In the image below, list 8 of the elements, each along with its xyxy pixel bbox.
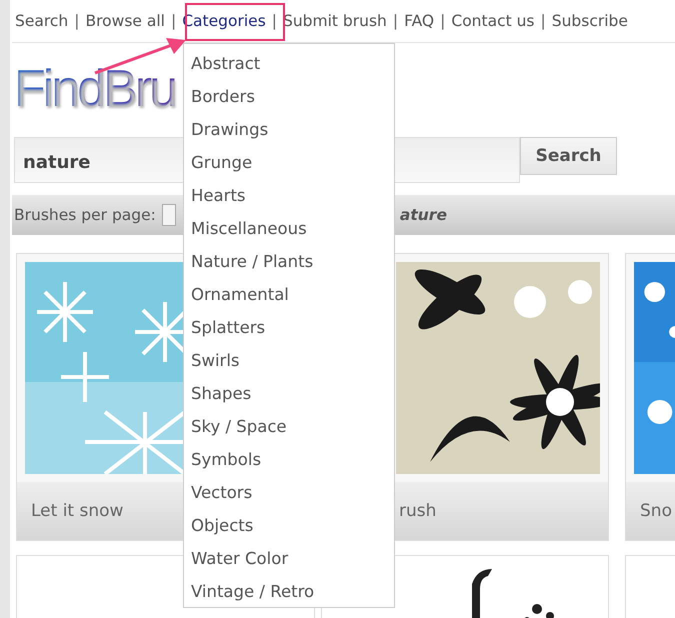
- separator: |: [440, 12, 446, 30]
- per-page-label: Brushes per page:: [13, 206, 156, 224]
- search-query: ature: [400, 206, 447, 224]
- separator: |: [272, 12, 278, 30]
- separator: |: [74, 12, 80, 30]
- separator: |: [170, 12, 176, 30]
- separator: |: [540, 12, 546, 30]
- separator: |: [392, 12, 398, 30]
